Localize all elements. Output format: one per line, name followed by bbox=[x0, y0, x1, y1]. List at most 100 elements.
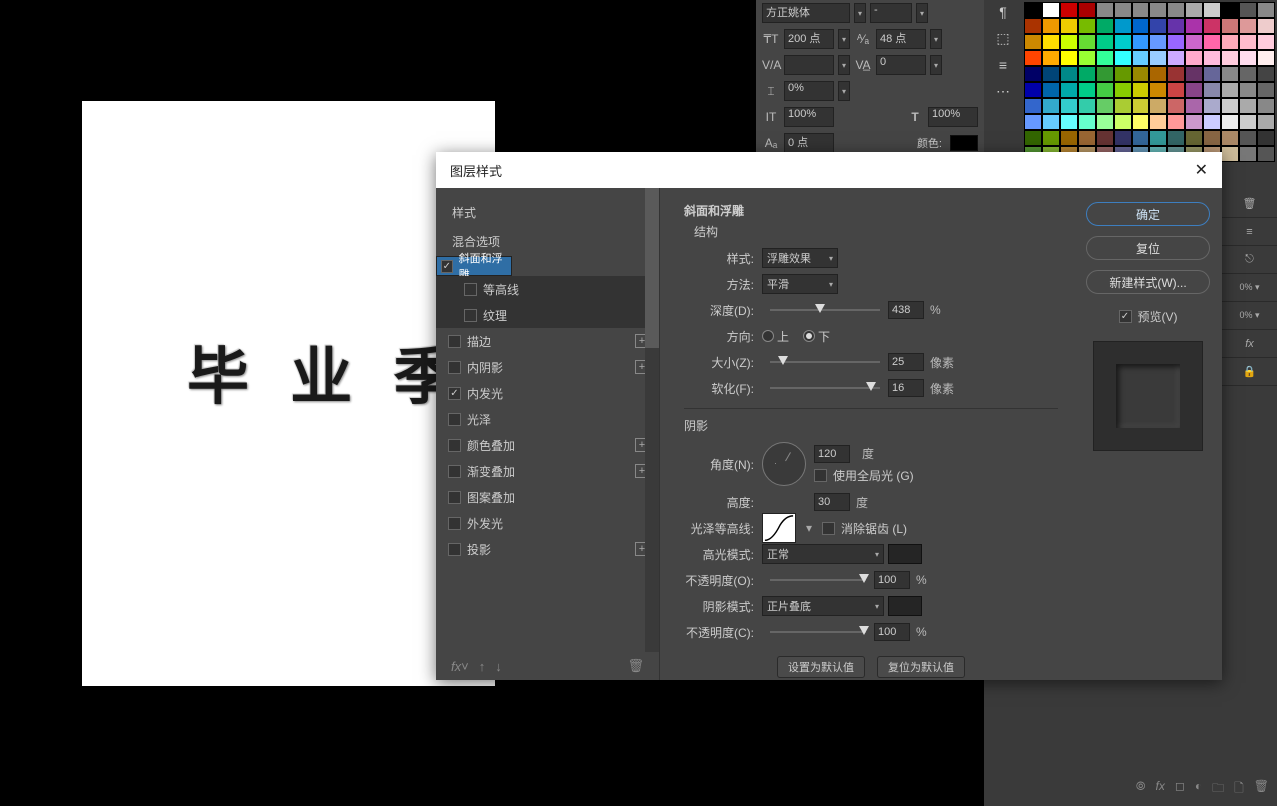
delete-style-icon[interactable]: 🗑 bbox=[627, 658, 644, 674]
color-swatch[interactable] bbox=[1096, 34, 1114, 50]
color-swatch[interactable] bbox=[1221, 114, 1239, 130]
color-swatch[interactable] bbox=[1132, 18, 1150, 34]
ok-button[interactable]: 确定 bbox=[1086, 202, 1210, 226]
color-swatch[interactable] bbox=[1185, 34, 1203, 50]
color-swatch[interactable] bbox=[1024, 114, 1042, 130]
color-swatch[interactable] bbox=[1024, 82, 1042, 98]
color-swatch[interactable] bbox=[1221, 2, 1239, 18]
document-page[interactable]: 毕 业 季 bbox=[82, 101, 495, 686]
color-swatch[interactable] bbox=[1042, 98, 1060, 114]
direction-up-radio[interactable] bbox=[762, 330, 774, 342]
text-layer[interactable]: 毕 业 季 bbox=[187, 326, 467, 416]
highlight-mode-select[interactable]: 正常▾ bbox=[762, 544, 884, 564]
color-swatch[interactable] bbox=[1114, 130, 1132, 146]
dropdown-icon[interactable]: ▾ bbox=[930, 55, 942, 75]
color-swatch[interactable] bbox=[1149, 50, 1167, 66]
color-swatch[interactable] bbox=[1167, 66, 1185, 82]
color-swatch[interactable] bbox=[1185, 82, 1203, 98]
color-swatch[interactable] bbox=[1024, 66, 1042, 82]
color-swatch[interactable] bbox=[1132, 34, 1150, 50]
color-swatch[interactable] bbox=[1024, 98, 1042, 114]
color-swatch[interactable] bbox=[1078, 66, 1096, 82]
color-swatch[interactable] bbox=[1203, 98, 1221, 114]
size-input[interactable] bbox=[888, 353, 924, 371]
style-satin[interactable]: 光泽 bbox=[436, 406, 659, 432]
style-bevel-emboss[interactable]: 斜面和浮雕 bbox=[436, 256, 512, 276]
color-swatch[interactable] bbox=[1060, 66, 1078, 82]
checkbox[interactable] bbox=[441, 260, 453, 273]
color-swatch[interactable] bbox=[1221, 34, 1239, 50]
leading-input[interactable]: 48 点 bbox=[876, 29, 926, 49]
fx-menu-icon[interactable]: fx˅ bbox=[451, 659, 469, 674]
fx-icon[interactable]: fx bbox=[1222, 330, 1277, 358]
scrollbar[interactable] bbox=[645, 188, 659, 652]
style-outer-glow[interactable]: 外发光 bbox=[436, 510, 659, 536]
color-swatch[interactable] bbox=[1203, 130, 1221, 146]
color-swatch[interactable] bbox=[1221, 146, 1239, 162]
color-swatch[interactable] bbox=[1078, 82, 1096, 98]
kerning-input[interactable] bbox=[784, 55, 834, 75]
color-swatch[interactable] bbox=[1203, 2, 1221, 18]
technique-select[interactable]: 平滑▾ bbox=[762, 274, 838, 294]
color-swatch[interactable] bbox=[1167, 50, 1185, 66]
text-color-swatch[interactable] bbox=[950, 135, 978, 151]
link-layers-icon[interactable]: ⦾ bbox=[1136, 779, 1146, 800]
color-swatch[interactable] bbox=[1060, 130, 1078, 146]
color-swatch[interactable] bbox=[1167, 82, 1185, 98]
fill-readout[interactable]: 0% ▾ bbox=[1222, 302, 1277, 330]
color-swatch[interactable] bbox=[1096, 98, 1114, 114]
antialias-checkbox[interactable] bbox=[822, 522, 835, 535]
vscale-input[interactable]: 100% bbox=[784, 107, 834, 127]
color-swatch[interactable] bbox=[1221, 82, 1239, 98]
gloss-contour-picker[interactable] bbox=[762, 513, 796, 543]
color-swatch[interactable] bbox=[1221, 50, 1239, 66]
shadow-color-swatch[interactable] bbox=[888, 596, 922, 616]
3d-icon[interactable]: ⬚ bbox=[996, 30, 1009, 47]
tracking-input[interactable]: 0 bbox=[876, 55, 926, 75]
color-swatch[interactable] bbox=[1185, 18, 1203, 34]
color-swatch[interactable] bbox=[1078, 98, 1096, 114]
color-swatch[interactable] bbox=[1042, 34, 1060, 50]
dropdown-icon[interactable]: ▾ bbox=[916, 3, 928, 23]
color-swatch[interactable] bbox=[1167, 2, 1185, 18]
color-swatch[interactable] bbox=[1114, 50, 1132, 66]
color-swatch[interactable] bbox=[1024, 130, 1042, 146]
color-swatch[interactable] bbox=[1185, 98, 1203, 114]
checkbox[interactable] bbox=[448, 439, 461, 452]
color-swatch[interactable] bbox=[1185, 114, 1203, 130]
checkbox[interactable] bbox=[448, 465, 461, 478]
trash-icon[interactable]: 🗑 bbox=[1222, 190, 1277, 218]
color-swatch[interactable] bbox=[1096, 130, 1114, 146]
color-swatch[interactable] bbox=[1203, 34, 1221, 50]
dropdown-icon[interactable]: ▾ bbox=[854, 3, 866, 23]
color-swatch[interactable] bbox=[1239, 130, 1257, 146]
color-swatch[interactable] bbox=[1257, 114, 1275, 130]
shadow-opacity-input[interactable] bbox=[874, 623, 910, 641]
color-swatch[interactable] bbox=[1203, 18, 1221, 34]
style-drop-shadow[interactable]: 投影+ bbox=[436, 536, 659, 562]
color-swatch[interactable] bbox=[1114, 98, 1132, 114]
color-swatch[interactable] bbox=[1060, 18, 1078, 34]
color-swatch[interactable] bbox=[1167, 34, 1185, 50]
adjust-icon[interactable]: ≡ bbox=[999, 57, 1007, 73]
global-light-checkbox[interactable] bbox=[814, 469, 827, 482]
reset-button[interactable]: 复位 bbox=[1086, 236, 1210, 260]
color-swatch[interactable] bbox=[1132, 66, 1150, 82]
color-swatch[interactable] bbox=[1132, 130, 1150, 146]
color-swatch[interactable] bbox=[1185, 50, 1203, 66]
color-swatch[interactable] bbox=[1024, 18, 1042, 34]
color-swatch[interactable] bbox=[1114, 2, 1132, 18]
dropdown-icon[interactable]: ▾ bbox=[838, 55, 850, 75]
color-swatch[interactable] bbox=[1042, 18, 1060, 34]
reset-default-button[interactable]: 复位为默认值 bbox=[877, 656, 965, 678]
color-swatch[interactable] bbox=[1060, 98, 1078, 114]
color-swatch[interactable] bbox=[1221, 130, 1239, 146]
color-swatch[interactable] bbox=[1239, 34, 1257, 50]
color-swatch[interactable] bbox=[1078, 34, 1096, 50]
color-swatch[interactable] bbox=[1024, 50, 1042, 66]
color-swatch[interactable] bbox=[1024, 34, 1042, 50]
color-swatch[interactable] bbox=[1060, 2, 1078, 18]
color-swatch[interactable] bbox=[1132, 82, 1150, 98]
color-swatch[interactable] bbox=[1257, 34, 1275, 50]
depth-slider[interactable] bbox=[770, 303, 880, 317]
